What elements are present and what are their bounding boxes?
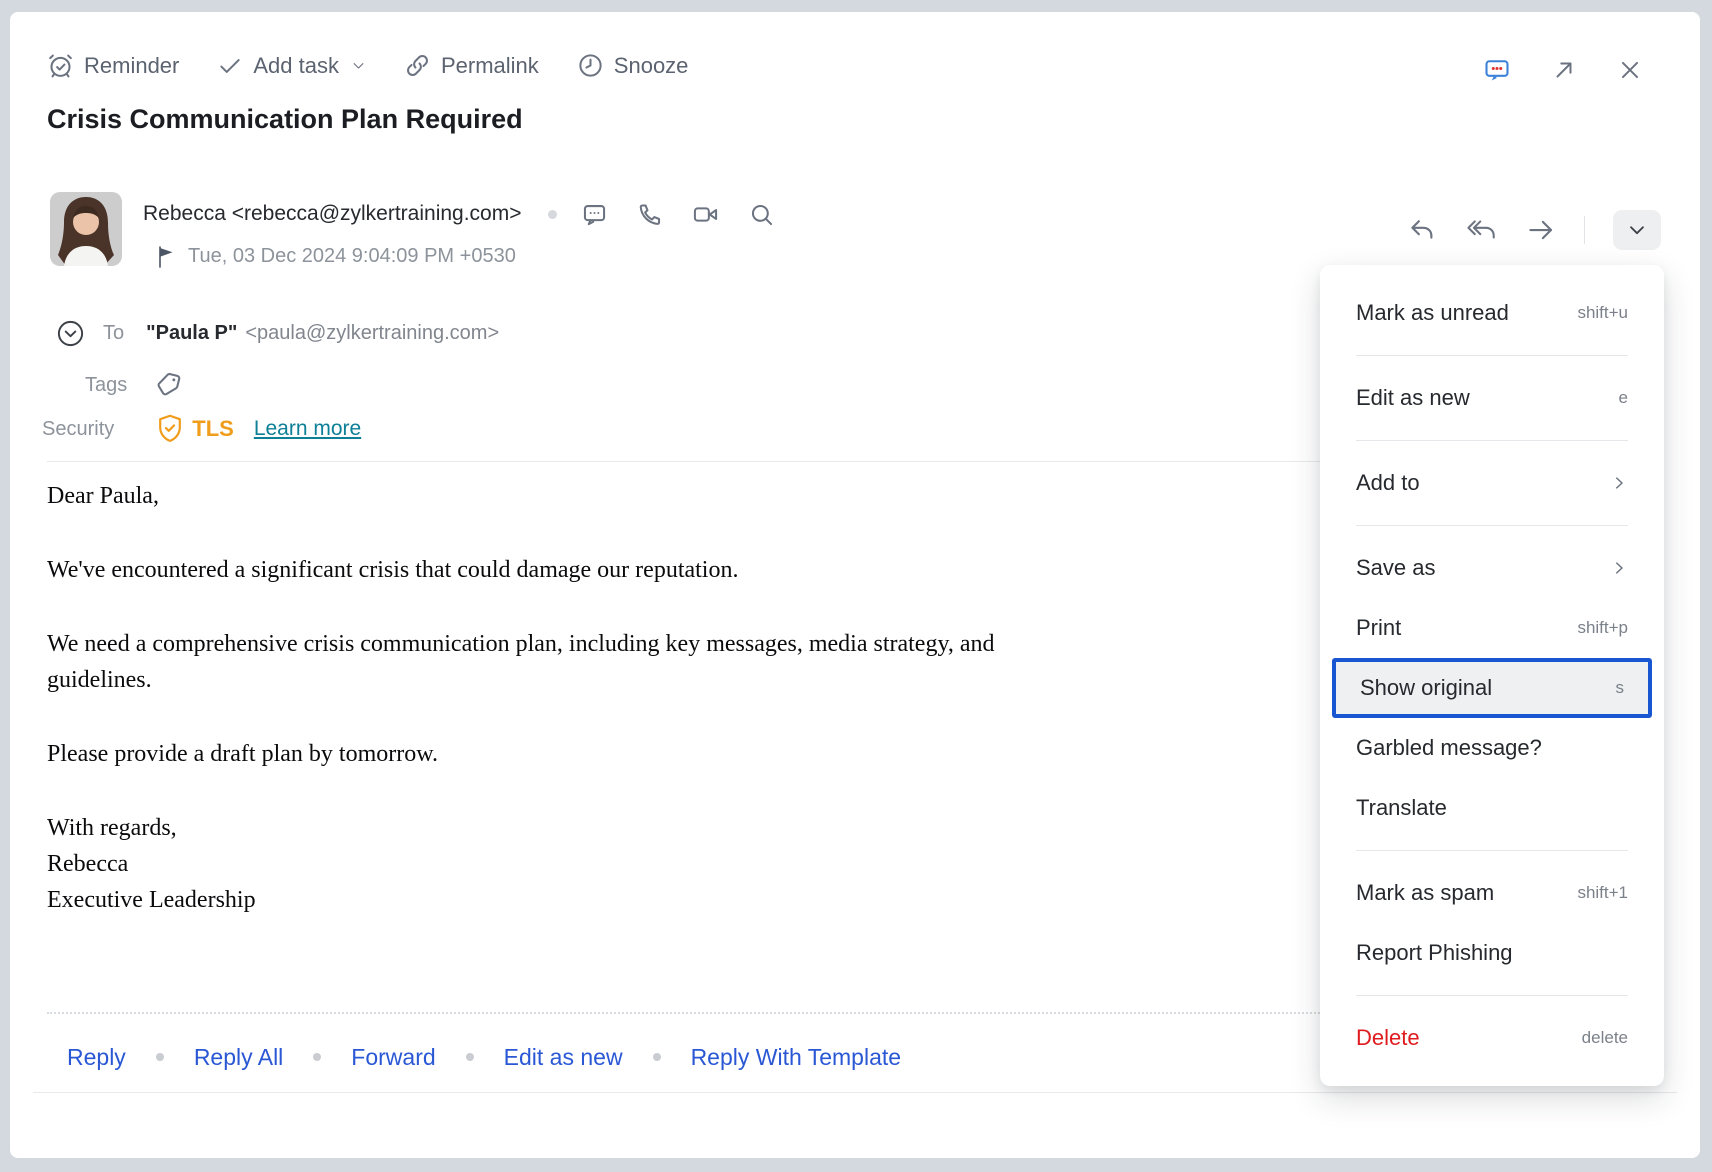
forward-icon[interactable] bbox=[1526, 215, 1556, 245]
comments-icon[interactable] bbox=[1483, 56, 1511, 84]
body-paragraph: Please provide a draft plan by tomorrow. bbox=[47, 736, 1297, 772]
dot-separator bbox=[313, 1053, 321, 1061]
window-controls bbox=[1483, 56, 1643, 84]
recipient-email[interactable]: <paula@zylkertraining.com> bbox=[245, 322, 499, 345]
video-call-icon[interactable] bbox=[691, 201, 720, 228]
bottom-hairline bbox=[33, 1092, 1677, 1093]
snooze-label: Snooze bbox=[614, 53, 689, 79]
permalink-label: Permalink bbox=[441, 53, 539, 79]
add-task-label: Add task bbox=[253, 53, 339, 79]
tags-row: Tags bbox=[85, 368, 186, 402]
email-datetime: Tue, 03 Dec 2024 9:04:09 PM +0530 bbox=[188, 245, 516, 268]
phone-icon[interactable] bbox=[636, 201, 663, 228]
close-icon[interactable] bbox=[1617, 57, 1643, 83]
security-row: Security TLS Learn more bbox=[42, 412, 361, 446]
snooze-button[interactable]: Snooze bbox=[577, 52, 689, 79]
menu-item-garbled-message[interactable]: Garbled message? bbox=[1320, 718, 1664, 778]
menu-item-show-original[interactable]: Show original s bbox=[1332, 658, 1652, 718]
expand-details-icon[interactable] bbox=[55, 318, 86, 349]
flag-icon[interactable] bbox=[157, 246, 176, 268]
reply-link[interactable]: Reply bbox=[67, 1044, 126, 1071]
check-icon bbox=[217, 53, 243, 79]
dot-separator bbox=[466, 1053, 474, 1061]
menu-item-print[interactable]: Print shift+p bbox=[1320, 598, 1664, 658]
menu-divider bbox=[1356, 440, 1628, 441]
quick-reply-actions: Reply Reply All Forward Edit as new Repl… bbox=[67, 1040, 901, 1074]
menu-item-mark-as-spam[interactable]: Mark as spam shift+1 bbox=[1320, 863, 1664, 923]
reply-all-icon[interactable] bbox=[1465, 215, 1498, 245]
menu-item-edit-as-new[interactable]: Edit as new e bbox=[1320, 368, 1664, 428]
sender-avatar[interactable] bbox=[50, 192, 122, 266]
menu-item-translate[interactable]: Translate bbox=[1320, 778, 1664, 838]
search-icon[interactable] bbox=[748, 201, 775, 228]
chevron-down-icon[interactable] bbox=[351, 58, 366, 73]
menu-item-mark-as-unread[interactable]: Mark as unread shift+u bbox=[1320, 283, 1664, 343]
link-icon bbox=[404, 52, 431, 79]
more-actions-menu: Mark as unread shift+u Edit as new e Add… bbox=[1320, 265, 1664, 1086]
alarm-clock-icon bbox=[47, 52, 74, 79]
date-row: Tue, 03 Dec 2024 9:04:09 PM +0530 bbox=[157, 245, 516, 268]
menu-item-report-phishing[interactable]: Report Phishing bbox=[1320, 923, 1664, 983]
recipient-name[interactable]: "Paula P" bbox=[146, 322, 237, 345]
dot-separator bbox=[156, 1053, 164, 1061]
reminder-label: Reminder bbox=[84, 53, 179, 79]
more-actions-button[interactable] bbox=[1613, 210, 1661, 250]
submenu-chevron-icon bbox=[1610, 474, 1628, 492]
forward-link[interactable]: Forward bbox=[351, 1044, 435, 1071]
submenu-chevron-icon bbox=[1610, 559, 1628, 577]
menu-item-add-to[interactable]: Add to bbox=[1320, 453, 1664, 513]
tls-protocol: TLS bbox=[192, 416, 234, 442]
sender-name: Rebecca <rebecca@zylkertraining.com> bbox=[143, 202, 522, 226]
reply-icon[interactable] bbox=[1407, 215, 1437, 245]
recipient-row: To "Paula P" <paula@zylkertraining.com> bbox=[55, 317, 499, 349]
email-body: Dear Paula, We've encountered a signific… bbox=[47, 478, 1297, 956]
reply-all-link[interactable]: Reply All bbox=[194, 1044, 283, 1071]
clock-icon bbox=[577, 52, 604, 79]
mail-toolbar: Reminder Add task Permalink Snooze bbox=[47, 52, 688, 79]
to-label: To bbox=[103, 322, 124, 345]
dot-separator bbox=[653, 1053, 661, 1061]
body-paragraph: We've encountered a significant crisis t… bbox=[47, 552, 1297, 588]
add-task-button[interactable]: Add task bbox=[217, 53, 366, 79]
vertical-divider bbox=[1584, 216, 1585, 244]
reminder-button[interactable]: Reminder bbox=[47, 52, 179, 79]
email-subject: Crisis Communication Plan Required bbox=[47, 104, 523, 135]
edit-as-new-link[interactable]: Edit as new bbox=[504, 1044, 623, 1071]
message-actions bbox=[1407, 210, 1661, 250]
tag-icon[interactable] bbox=[155, 370, 186, 401]
sender-quick-actions bbox=[581, 201, 775, 228]
mail-preview-card: Reminder Add task Permalink Snooze bbox=[10, 12, 1700, 1158]
chat-icon[interactable] bbox=[581, 201, 608, 228]
body-paragraph: Dear Paula, bbox=[47, 478, 1297, 514]
menu-divider bbox=[1356, 995, 1628, 996]
menu-item-save-as[interactable]: Save as bbox=[1320, 538, 1664, 598]
tags-label: Tags bbox=[85, 374, 127, 397]
learn-more-link[interactable]: Learn more bbox=[254, 417, 361, 441]
body-paragraph: With regards, Rebecca Executive Leadersh… bbox=[47, 810, 1297, 918]
permalink-button[interactable]: Permalink bbox=[404, 52, 539, 79]
presence-dot bbox=[548, 210, 557, 219]
reply-with-template-link[interactable]: Reply With Template bbox=[691, 1044, 902, 1071]
menu-divider bbox=[1356, 525, 1628, 526]
menu-divider bbox=[1356, 850, 1628, 851]
menu-divider bbox=[1356, 355, 1628, 356]
menu-item-delete[interactable]: Delete delete bbox=[1320, 1008, 1664, 1068]
body-paragraph: We need a comprehensive crisis communica… bbox=[47, 626, 1297, 698]
sender-row: Rebecca <rebecca@zylkertraining.com> bbox=[143, 198, 775, 230]
tls-shield-icon bbox=[156, 414, 184, 444]
open-in-new-icon[interactable] bbox=[1551, 57, 1577, 83]
security-label: Security bbox=[42, 418, 114, 441]
